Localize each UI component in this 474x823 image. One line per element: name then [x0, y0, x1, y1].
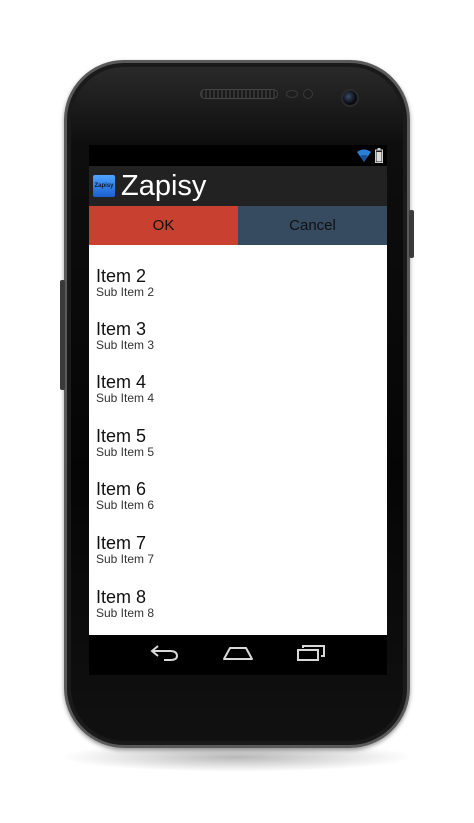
back-button[interactable]: [145, 640, 185, 670]
item-subtitle: Sub Item 5: [96, 444, 155, 459]
home-icon: [222, 645, 254, 666]
proximity-sensor: [286, 90, 298, 98]
item-subtitle: Sub Item 3: [96, 337, 155, 352]
screen: Zapisy Zapisy OK Cancel Item 2 Sub Item …: [89, 145, 387, 635]
list-item[interactable]: Item 7 Sub Item 7: [89, 513, 387, 567]
battery-icon: [375, 148, 383, 168]
home-button[interactable]: [218, 640, 258, 670]
light-sensor: [303, 89, 313, 99]
recents-icon: [296, 644, 326, 667]
item-title: Item 2: [96, 266, 147, 286]
volume-button: [60, 280, 65, 390]
app-icon[interactable]: Zapisy: [93, 175, 115, 197]
item-title: Item 8: [96, 586, 147, 607]
list-item[interactable]: Item 2 Sub Item 2: [89, 245, 387, 299]
app-icon-label: Zapisy: [94, 183, 114, 189]
recents-button[interactable]: [291, 640, 331, 670]
item-title: Item 4: [96, 372, 147, 393]
list-item[interactable]: Item 4 Sub Item 4: [89, 352, 387, 406]
item-subtitle: Sub Item 6: [96, 498, 155, 513]
earpiece-speaker: [200, 89, 278, 99]
list-item[interactable]: Item 5 Sub Item 5: [89, 406, 387, 460]
navigation-bar: [89, 635, 387, 675]
back-icon: [150, 644, 180, 667]
item-subtitle: Sub Item 2: [96, 285, 155, 299]
item-title: Item 5: [96, 425, 147, 446]
item-subtitle: Sub Item 8: [96, 605, 155, 620]
item-subtitle: Sub Item 4: [96, 391, 155, 406]
cancel-button[interactable]: Cancel: [238, 206, 387, 245]
item-title: Item 7: [96, 532, 147, 553]
item-title: Item 3: [96, 318, 147, 339]
list-item[interactable]: Item 3 Sub Item 3: [89, 299, 387, 353]
list-item[interactable]: Item 8 Sub Item 8: [89, 567, 387, 621]
item-subtitle: Sub Item 7: [96, 551, 155, 566]
status-bar: [89, 145, 387, 166]
power-button: [409, 210, 414, 258]
item-list: Item 2 Sub Item 2 Item 3 Sub Item 3 Item…: [89, 245, 387, 620]
item-title: Item 6: [96, 479, 147, 500]
app-title: Zapisy: [121, 170, 207, 202]
list-item[interactable]: Item 6 Sub Item 6: [89, 459, 387, 513]
front-camera: [341, 89, 359, 107]
button-row: OK Cancel: [89, 206, 387, 245]
ok-button[interactable]: OK: [89, 206, 238, 245]
action-bar: Zapisy Zapisy: [89, 166, 387, 206]
